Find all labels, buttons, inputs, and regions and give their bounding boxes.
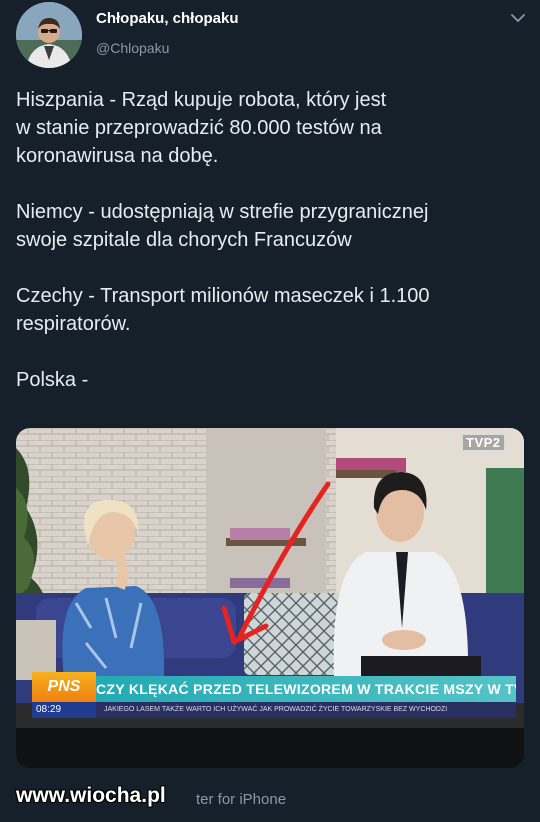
news-ticker: PNS CZY KLĘKAĆ PRZED TELEWIZOREM W TRAKC… bbox=[16, 672, 524, 728]
channel-live-label: NA ŻYWO bbox=[476, 452, 509, 459]
ticker-time: 08:29 bbox=[32, 702, 96, 718]
tweet-line: Czechy - Transport milionów maseczek i 1… bbox=[16, 285, 430, 307]
ticker-headline: CZY KLĘKAĆ PRZED TELEWIZOREM W TRAKCIE M… bbox=[96, 676, 516, 702]
program-logo: PNS bbox=[32, 672, 96, 702]
tweet-text: Hiszpania - Rząd kupuje robota, który je… bbox=[16, 86, 526, 394]
chevron-down-icon[interactable] bbox=[508, 8, 528, 28]
site-watermark: www.wiocha.pl bbox=[16, 784, 166, 807]
tweet-line: respiratorów. bbox=[16, 313, 131, 335]
tweet-paragraph: Czechy - Transport milionów maseczek i 1… bbox=[16, 282, 526, 338]
avatar[interactable] bbox=[16, 2, 82, 68]
channel-logo: TVP2 bbox=[462, 434, 505, 451]
display-name[interactable]: Chłopaku, chłopaku bbox=[96, 10, 239, 27]
tweet-line: Niemcy - udostępniają w strefie przygran… bbox=[16, 201, 429, 223]
tweet-line: swoje szpitale dla chorych Francuzów bbox=[16, 229, 352, 251]
tweet-paragraph: Hiszpania - Rząd kupuje robota, który je… bbox=[16, 86, 526, 170]
tweet-line: Polska - bbox=[16, 369, 89, 391]
tweet-paragraph: Polska - bbox=[16, 366, 526, 394]
tweet-line: w stanie przeprowadzić 80.000 testów na bbox=[16, 117, 382, 139]
user-handle[interactable]: @Chlopaku bbox=[96, 40, 169, 56]
tweet-line: Hiszpania - Rząd kupuje robota, który je… bbox=[16, 89, 387, 111]
tweet-media-photo[interactable]: TVP2 NA ŻYWO PNS CZY KLĘKAĆ PRZED TELEWI… bbox=[16, 428, 524, 768]
tweet-paragraph: Niemcy - udostępniają w strefie przygran… bbox=[16, 198, 526, 254]
tweet-source-label[interactable]: ter for iPhone bbox=[196, 791, 286, 808]
avatar-image bbox=[16, 2, 82, 68]
ticker-subtext: JAKIEGO LASEM TAKŻE WARTO ICH UŻYWAĆ JAK… bbox=[96, 702, 516, 718]
tweet-line: koronawirusa na dobę. bbox=[16, 145, 219, 167]
